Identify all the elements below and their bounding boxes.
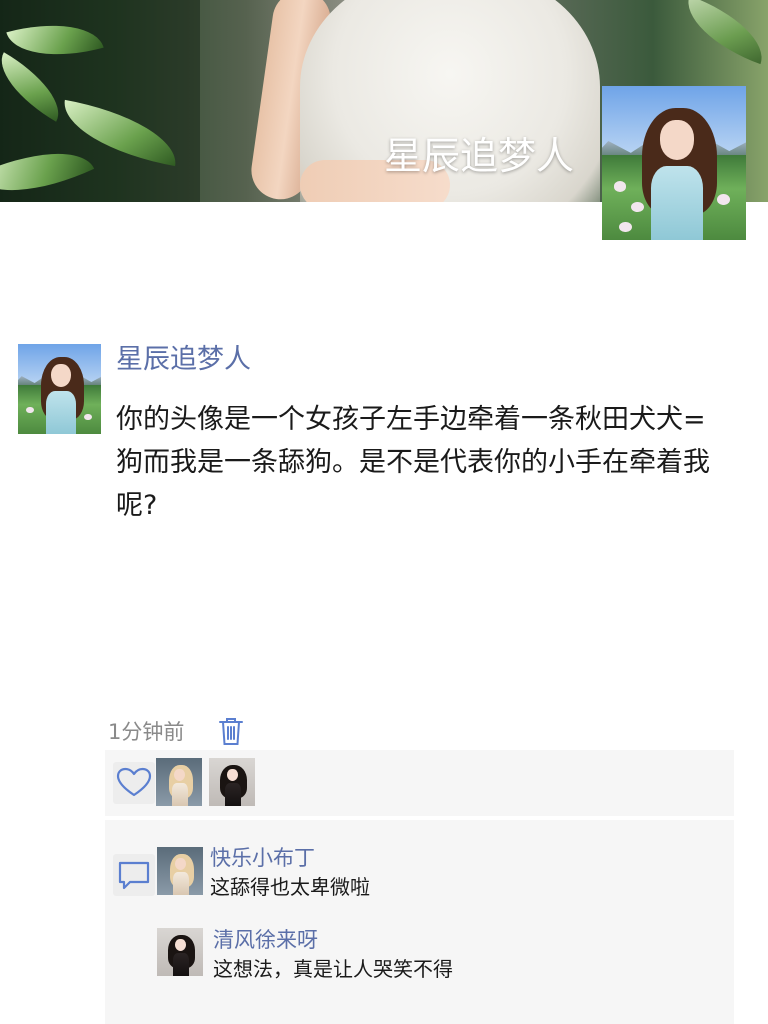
comment-avatar-blonde-girl[interactable] [157, 847, 203, 895]
like-avatar-blonde-girl[interactable] [156, 758, 202, 806]
trash-icon[interactable] [218, 716, 244, 746]
cover-username: 星辰追梦人 [384, 134, 575, 178]
like-avatar-dark-hair-girl[interactable] [209, 758, 255, 806]
post-timestamp: 1分钟前 [108, 720, 185, 744]
heart-icon[interactable] [113, 762, 155, 804]
comment-icon[interactable] [113, 854, 155, 896]
comment-author[interactable]: 快乐小布丁 [210, 844, 315, 872]
post-author-avatar[interactable] [18, 344, 101, 434]
profile-avatar[interactable] [602, 86, 746, 240]
likes-panel [105, 750, 734, 816]
post-author-name[interactable]: 星辰追梦人 [116, 340, 251, 380]
comment-avatar-dark-hair-girl[interactable] [157, 928, 203, 976]
comment-text[interactable]: 这舔得也太卑微啦 [210, 873, 370, 901]
post-text: 你的头像是一个女孩子左手边牵着一条秋田犬犬=狗而我是一条舔狗。是不是代表你的小手… [116, 404, 710, 521]
leaf-decoration [675, 0, 768, 65]
comments-panel: 快乐小布丁 这舔得也太卑微啦 清风徐来呀 这想法，真是让人哭笑不得 [105, 820, 734, 1024]
comment-text[interactable]: 这想法，真是让人哭笑不得 [213, 955, 453, 983]
comment-author[interactable]: 清风徐来呀 [213, 926, 318, 954]
